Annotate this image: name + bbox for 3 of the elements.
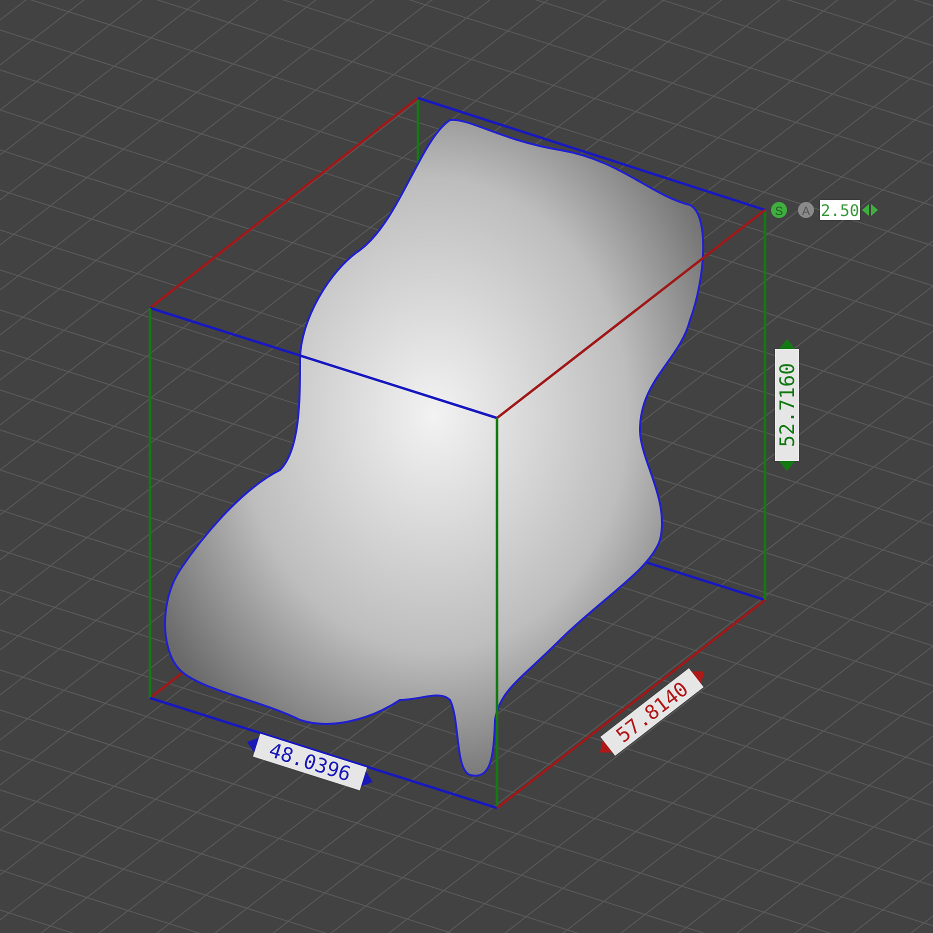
snap-toggle[interactable]: S: [771, 202, 787, 218]
step-field[interactable]: 2.50: [820, 200, 860, 220]
stepper-arrows-icon[interactable]: [862, 204, 878, 216]
